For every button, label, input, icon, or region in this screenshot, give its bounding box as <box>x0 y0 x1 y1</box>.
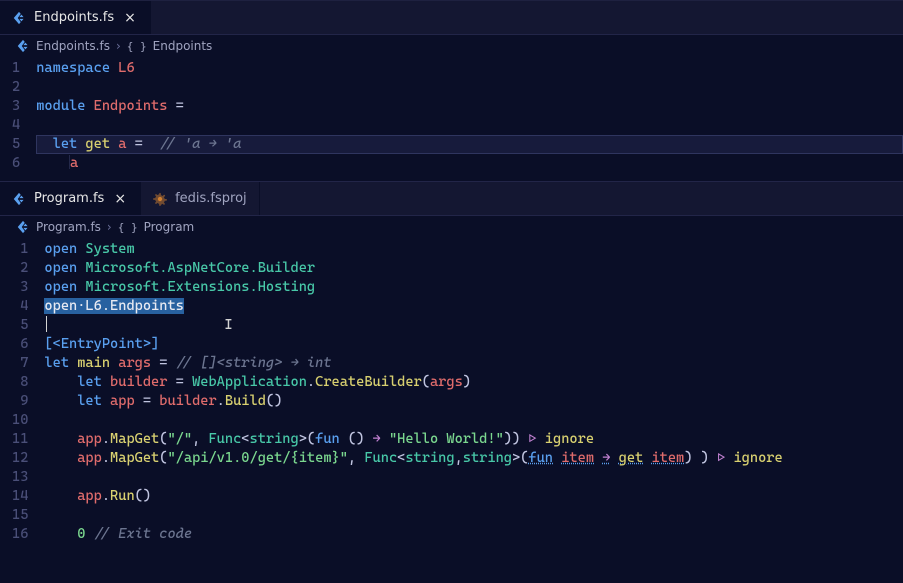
text-cursor <box>46 316 47 332</box>
breadcrumb-symbol: Program <box>144 220 195 234</box>
tab-endpoints[interactable]: Endpoints.fs × <box>0 1 151 34</box>
tab-close-icon[interactable]: × <box>122 10 138 26</box>
code-content[interactable]: namespace L6 module Endpoints = let get … <box>36 57 903 175</box>
mouse-ibeam-cursor: I <box>224 316 232 335</box>
tab-bar-top: Endpoints.fs × <box>0 1 903 35</box>
tab-label: Program.fs <box>34 191 104 206</box>
breadcrumb-sep: › <box>116 39 121 53</box>
tab-program[interactable]: Program.fs × <box>0 182 141 215</box>
breadcrumb-file: Program.fs <box>36 220 101 234</box>
code-area-top[interactable]: 123 456 namespace L6 module Endpoints = … <box>0 57 903 175</box>
breadcrumb-symbol: Endpoints <box>153 39 213 53</box>
tab-label: Endpoints.fs <box>34 10 114 25</box>
line-numbers: 1234 5678 9101112 13141516 <box>0 238 44 546</box>
breadcrumb-sep: › <box>107 220 112 234</box>
tab-label: fedis.fsproj <box>175 191 247 206</box>
fsharp-file-icon <box>12 11 26 25</box>
fsharp-file-icon <box>12 192 26 206</box>
code-area-bottom[interactable]: 1234 5678 9101112 13141516 open System o… <box>0 238 903 546</box>
fsproj-file-icon <box>153 192 167 206</box>
fsharp-file-icon <box>16 39 30 53</box>
fsharp-file-icon <box>16 220 30 234</box>
code-content[interactable]: open System open Microsoft.AspNetCore.Bu… <box>44 238 903 546</box>
tab-fedis-fsproj[interactable]: fedis.fsproj <box>141 182 260 215</box>
namespace-icon: { } <box>118 221 138 234</box>
tab-close-icon[interactable]: × <box>112 191 128 207</box>
editor-pane-top: Endpoints.fs × Endpoints.fs › { } Endpoi… <box>0 0 903 175</box>
breadcrumb-bottom[interactable]: Program.fs › { } Program <box>0 216 903 238</box>
breadcrumb-file: Endpoints.fs <box>36 39 110 53</box>
editor-pane-bottom: Program.fs × fedis.fsproj Program.fs › {… <box>0 181 903 583</box>
namespace-icon: { } <box>127 40 147 53</box>
line-numbers: 123 456 <box>0 57 36 175</box>
tab-bar-bottom: Program.fs × fedis.fsproj <box>0 182 903 216</box>
breadcrumb-top[interactable]: Endpoints.fs › { } Endpoints <box>0 35 903 57</box>
